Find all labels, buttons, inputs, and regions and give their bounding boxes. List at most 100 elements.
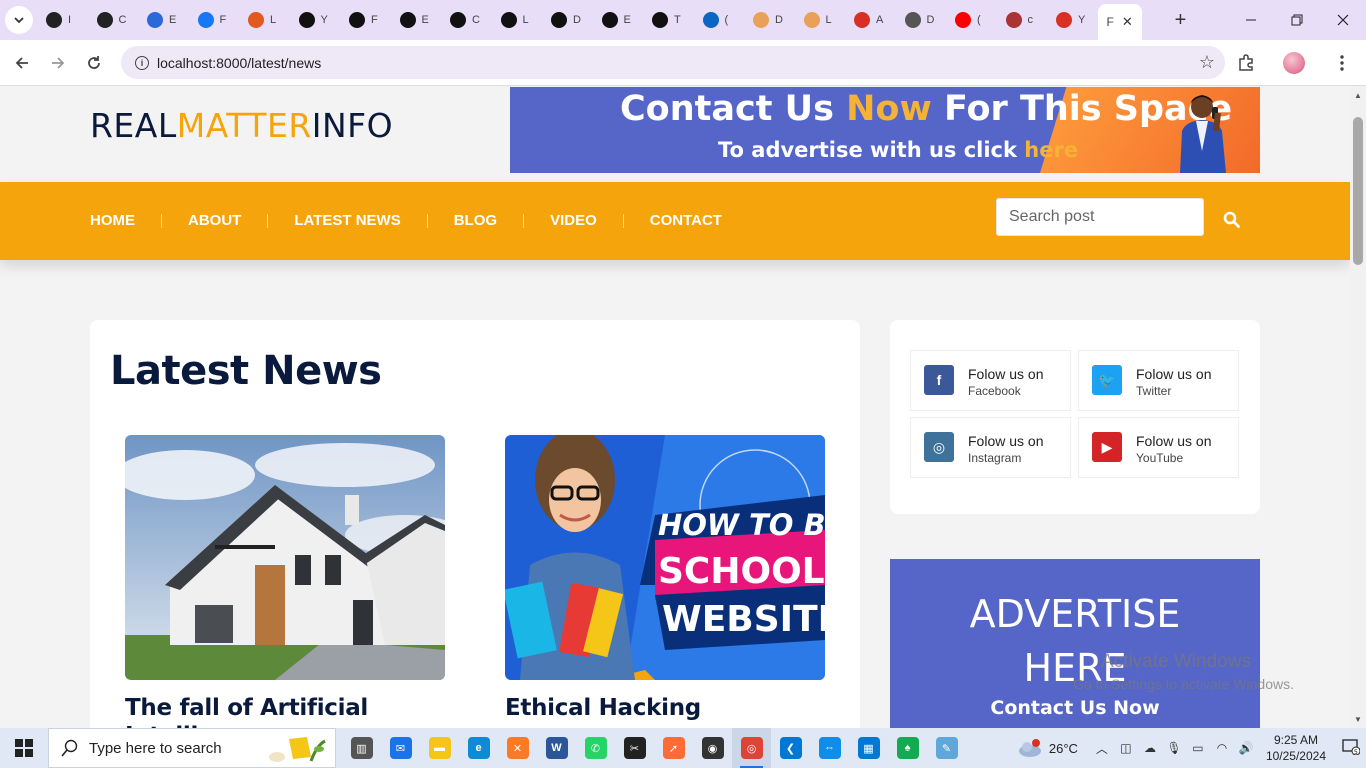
microphone-icon[interactable]: 🎙	[1162, 741, 1186, 755]
restore-icon[interactable]	[1274, 0, 1320, 40]
wifi-icon[interactable]: ◠	[1210, 741, 1234, 755]
task-view-icon-glyph: ▥	[350, 737, 373, 759]
search-button[interactable]	[1218, 206, 1244, 232]
browser-tab[interactable]: F	[340, 4, 391, 36]
bookmark-star-icon[interactable]: ☆	[1199, 52, 1215, 73]
news-thumbnail-house[interactable]	[125, 435, 445, 680]
profile-avatar[interactable]	[1270, 52, 1318, 74]
browser-tab[interactable]: D	[542, 4, 593, 36]
tab-title: L	[522, 14, 529, 26]
browser-tab[interactable]: I	[37, 4, 88, 36]
word-icon[interactable]: W	[537, 728, 576, 768]
new-tab-button[interactable]: +	[1166, 5, 1196, 35]
nav-item-blog[interactable]: BLOG	[426, 213, 523, 228]
site-info-icon[interactable]: i	[127, 55, 157, 70]
page-scrollbar[interactable]: ▲ ▼	[1350, 87, 1366, 728]
menu-kebab-icon[interactable]	[1318, 55, 1366, 71]
browser-tab[interactable]: F	[189, 4, 240, 36]
scroll-down-icon[interactable]: ▼	[1354, 715, 1362, 724]
social-link-youtube[interactable]: ▶ Folow us on YouTube	[1078, 417, 1239, 478]
browser-tab[interactable]: C	[88, 4, 139, 36]
weather-temperature[interactable]: 26°C	[1049, 741, 1078, 756]
task-view-icon[interactable]: ▥	[342, 728, 381, 768]
whatsapp-icon[interactable]: ✆	[576, 728, 615, 768]
thumb-text-line1: HOW TO BU	[658, 508, 825, 542]
battery-icon[interactable]: ▭	[1186, 741, 1210, 755]
nav-item-video[interactable]: VIDEO	[523, 213, 623, 228]
browser-tab[interactable]: (	[946, 4, 997, 36]
advertise-here-card[interactable]: ADVERTISE HERE Contact Us Now	[890, 559, 1260, 728]
vscode-icon[interactable]: ❮	[771, 728, 810, 768]
nav-item-latest-news[interactable]: LATEST NEWS	[267, 213, 426, 228]
forward-button[interactable]	[40, 45, 76, 81]
notification-center-icon[interactable]: 5	[1336, 738, 1366, 758]
news-title[interactable]: The fall of Artificial Intelligence	[125, 694, 445, 728]
social-link-twitter[interactable]: 🐦 Folow us on Twitter	[1078, 350, 1239, 411]
postman-icon[interactable]: ➚	[654, 728, 693, 768]
edge-icon[interactable]: e	[459, 728, 498, 768]
omnibox[interactable]: i localhost:8000/latest/news ☆	[121, 46, 1225, 79]
browser-tab[interactable]: C	[441, 4, 492, 36]
xampp-icon[interactable]: ✕	[498, 728, 537, 768]
notepad-icon[interactable]: ✎	[927, 728, 966, 768]
browser-tab[interactable]: D	[744, 4, 795, 36]
search-post-input[interactable]	[996, 198, 1204, 236]
meet-now-icon[interactable]: ◫	[1114, 741, 1138, 755]
taskbar-search-box[interactable]: Type here to search	[48, 728, 336, 768]
news-thumbnail-school[interactable]: HOW TO BU SCHOOL WEBSITE	[505, 435, 825, 680]
browser-tab[interactable]: E	[138, 4, 189, 36]
news-title[interactable]: Ethical Hacking	[505, 694, 825, 722]
social-link-instagram[interactable]: ◎ Folow us on Instagram	[910, 417, 1071, 478]
scrollbar-thumb[interactable]	[1353, 117, 1363, 265]
browser-tab[interactable]: D	[896, 4, 947, 36]
upwork-icon	[652, 12, 668, 28]
tab-search-button[interactable]	[5, 6, 33, 34]
browser-tab[interactable]: E	[593, 4, 644, 36]
active-browser-tab[interactable]: F ✕	[1097, 4, 1142, 40]
chrome-icon[interactable]: ◎	[732, 728, 771, 768]
browser-tab[interactable]: Y	[290, 4, 341, 36]
close-tab-icon[interactable]: ✕	[1122, 14, 1133, 30]
mail-icon[interactable]: ✉	[381, 728, 420, 768]
file-explorer-icon[interactable]: ▬	[420, 728, 459, 768]
social-link-facebook[interactable]: f Folow us on Facebook	[910, 350, 1071, 411]
microsoft-store-icon[interactable]: ▦	[849, 728, 888, 768]
advertise-banner[interactable]: Contact Us Now For This Space To adverti…	[510, 87, 1260, 173]
volume-icon[interactable]: 🔊	[1234, 741, 1258, 755]
network-drive-icon[interactable]: ☁	[1138, 741, 1162, 755]
site-logo[interactable]: REALMATTERINFO	[90, 106, 393, 145]
capcut-icon[interactable]: ✂	[615, 728, 654, 768]
mongodb-compass-icon[interactable]: ♠	[888, 728, 927, 768]
chevron-up-icon[interactable]: ︿	[1090, 740, 1114, 757]
browser-tab[interactable]: c	[997, 4, 1048, 36]
close-window-icon[interactable]	[1320, 0, 1366, 40]
scroll-up-icon[interactable]: ▲	[1354, 91, 1362, 100]
back-button[interactable]	[4, 45, 40, 81]
teamviewer-icon[interactable]: ⇔	[810, 728, 849, 768]
browser-tab[interactable]: Y	[1047, 4, 1098, 36]
obs-icon[interactable]: ◉	[693, 728, 732, 768]
reload-button[interactable]	[76, 45, 112, 81]
browser-tab[interactable]: E	[391, 4, 442, 36]
nav-item-contact[interactable]: CONTACT	[622, 213, 748, 228]
banner-headline: Contact Us Now For This Space	[620, 89, 1233, 129]
ad-contact-link[interactable]: Contact Us Now	[890, 697, 1260, 719]
start-button[interactable]	[0, 728, 48, 768]
weather-cloud-icon[interactable]	[1017, 738, 1043, 758]
system-clock[interactable]: 9:25 AM 10/25/2024	[1266, 732, 1326, 764]
browser-tab[interactable]: L	[239, 4, 290, 36]
upwork-icon	[500, 12, 517, 28]
browser-tab[interactable]: A	[845, 4, 896, 36]
browser-tab[interactable]: L	[795, 4, 846, 36]
tab-title: Y	[1078, 14, 1086, 26]
browser-tab[interactable]: T	[643, 4, 694, 36]
browser-tab[interactable]: (	[694, 4, 745, 36]
url-text[interactable]: localhost:8000/latest/news	[157, 55, 321, 71]
browser-tab[interactable]: L	[492, 4, 543, 36]
nav-item-home[interactable]: HOME	[90, 213, 161, 228]
extensions-icon[interactable]	[1222, 54, 1270, 72]
nav-item-about[interactable]: ABOUT	[161, 213, 267, 228]
minimize-icon[interactable]	[1228, 0, 1274, 40]
news-card[interactable]: The fall of Artificial Intelligence	[125, 435, 445, 728]
news-card[interactable]: HOW TO BU SCHOOL WEBSITE Ethical Hacking	[505, 435, 825, 722]
